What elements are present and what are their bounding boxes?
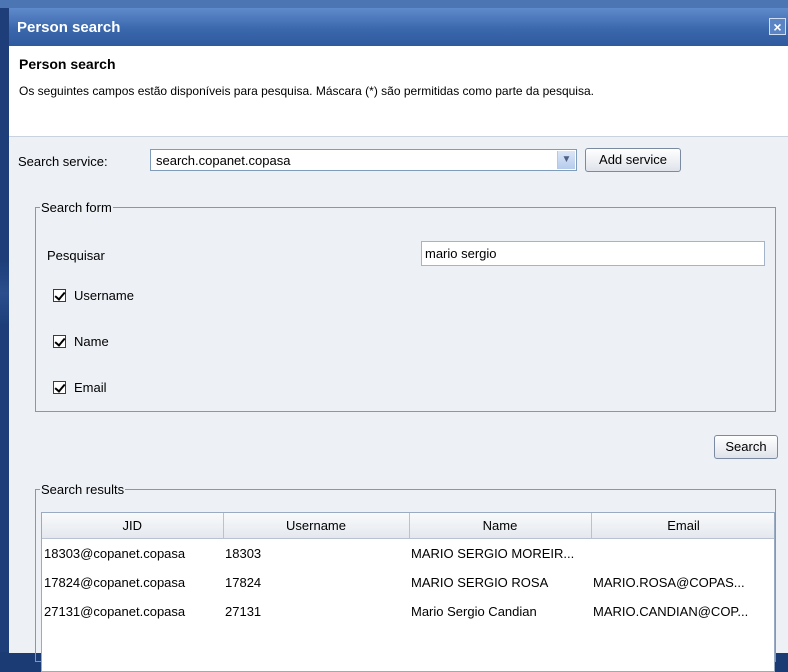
checkbox-row-email[interactable]: Email [53,380,107,395]
name-checkbox[interactable] [53,335,66,348]
cell-email [591,539,774,569]
background-window-edge [0,0,9,652]
dialog-title: Person search [17,19,121,36]
dialog-header: Person search Os seguintes campos estão … [9,46,788,136]
column-header-jid[interactable]: JID [42,513,224,539]
cell-username: 18303 [225,546,262,561]
cell-username: 17824 [225,575,262,590]
username-checkbox[interactable] [53,289,66,302]
close-icon[interactable]: × [769,18,786,35]
results-table: JID Username Name Email 18303@copanet.co… [42,513,774,626]
dialog-titlebar[interactable]: Person search × [9,8,788,46]
results-table-container[interactable]: JID Username Name Email 18303@copanet.co… [41,512,775,672]
person-search-dialog: Person search × Person search Os seguint… [9,8,788,672]
add-service-button[interactable]: Add service [585,148,681,172]
cell-name: MARIO SERGIO ROSA [411,575,549,590]
search-form-legend: Search form [41,200,112,215]
column-header-name[interactable]: Name [409,513,592,539]
cell-jid: 27131@copanet.copasa [44,604,186,619]
header-description: Os seguintes campos estão disponíveis pa… [19,84,594,98]
search-results-legend: Search results [41,482,125,497]
search-form-group: Search form Pesquisar Username Name Emai… [35,200,776,412]
background-window-strip [0,0,788,8]
checkbox-row-name[interactable]: Name [53,334,109,349]
cell-name: Mario Sergio Candian [411,604,537,619]
column-header-username[interactable]: Username [223,513,410,539]
email-checkbox[interactable] [53,381,66,394]
table-row[interactable]: 18303@copanet.copasa 18303 MARIO SERGIO … [42,539,774,569]
table-row[interactable]: 17824@copanet.copasa 17824 MARIO SERGIO … [42,568,774,597]
search-service-select[interactable]: search.copanet.copasa ▼ [150,149,577,171]
search-service-value: search.copanet.copasa [156,153,291,168]
checkbox-row-username[interactable]: Username [53,288,134,303]
cell-username: 27131 [225,604,262,619]
column-header-email[interactable]: Email [591,513,774,539]
query-label: Pesquisar [47,248,105,263]
cell-email: MARIO.CANDIAN@COP... [593,604,749,619]
header-title: Person search [19,56,116,72]
cell-jid: 18303@copanet.copasa [44,546,186,561]
cell-name: MARIO SERGIO MOREIR... [411,546,575,561]
query-input[interactable] [421,241,765,266]
cell-jid: 17824@copanet.copasa [44,575,186,590]
search-results-group: Search results JID Username Name Email 1… [35,482,776,672]
search-button[interactable]: Search [714,435,778,459]
search-service-label: Search service: [18,154,108,169]
table-header-row: JID Username Name Email [42,513,774,539]
chevron-down-icon[interactable]: ▼ [557,151,575,169]
email-checkbox-label: Email [74,380,107,395]
dialog-content: Search service: search.copanet.copasa ▼ … [9,136,788,672]
name-checkbox-label: Name [74,334,109,349]
cell-email: MARIO.ROSA@COPAS... [593,575,745,590]
username-checkbox-label: Username [74,288,134,303]
table-row[interactable]: 27131@copanet.copasa 27131 Mario Sergio … [42,597,774,626]
